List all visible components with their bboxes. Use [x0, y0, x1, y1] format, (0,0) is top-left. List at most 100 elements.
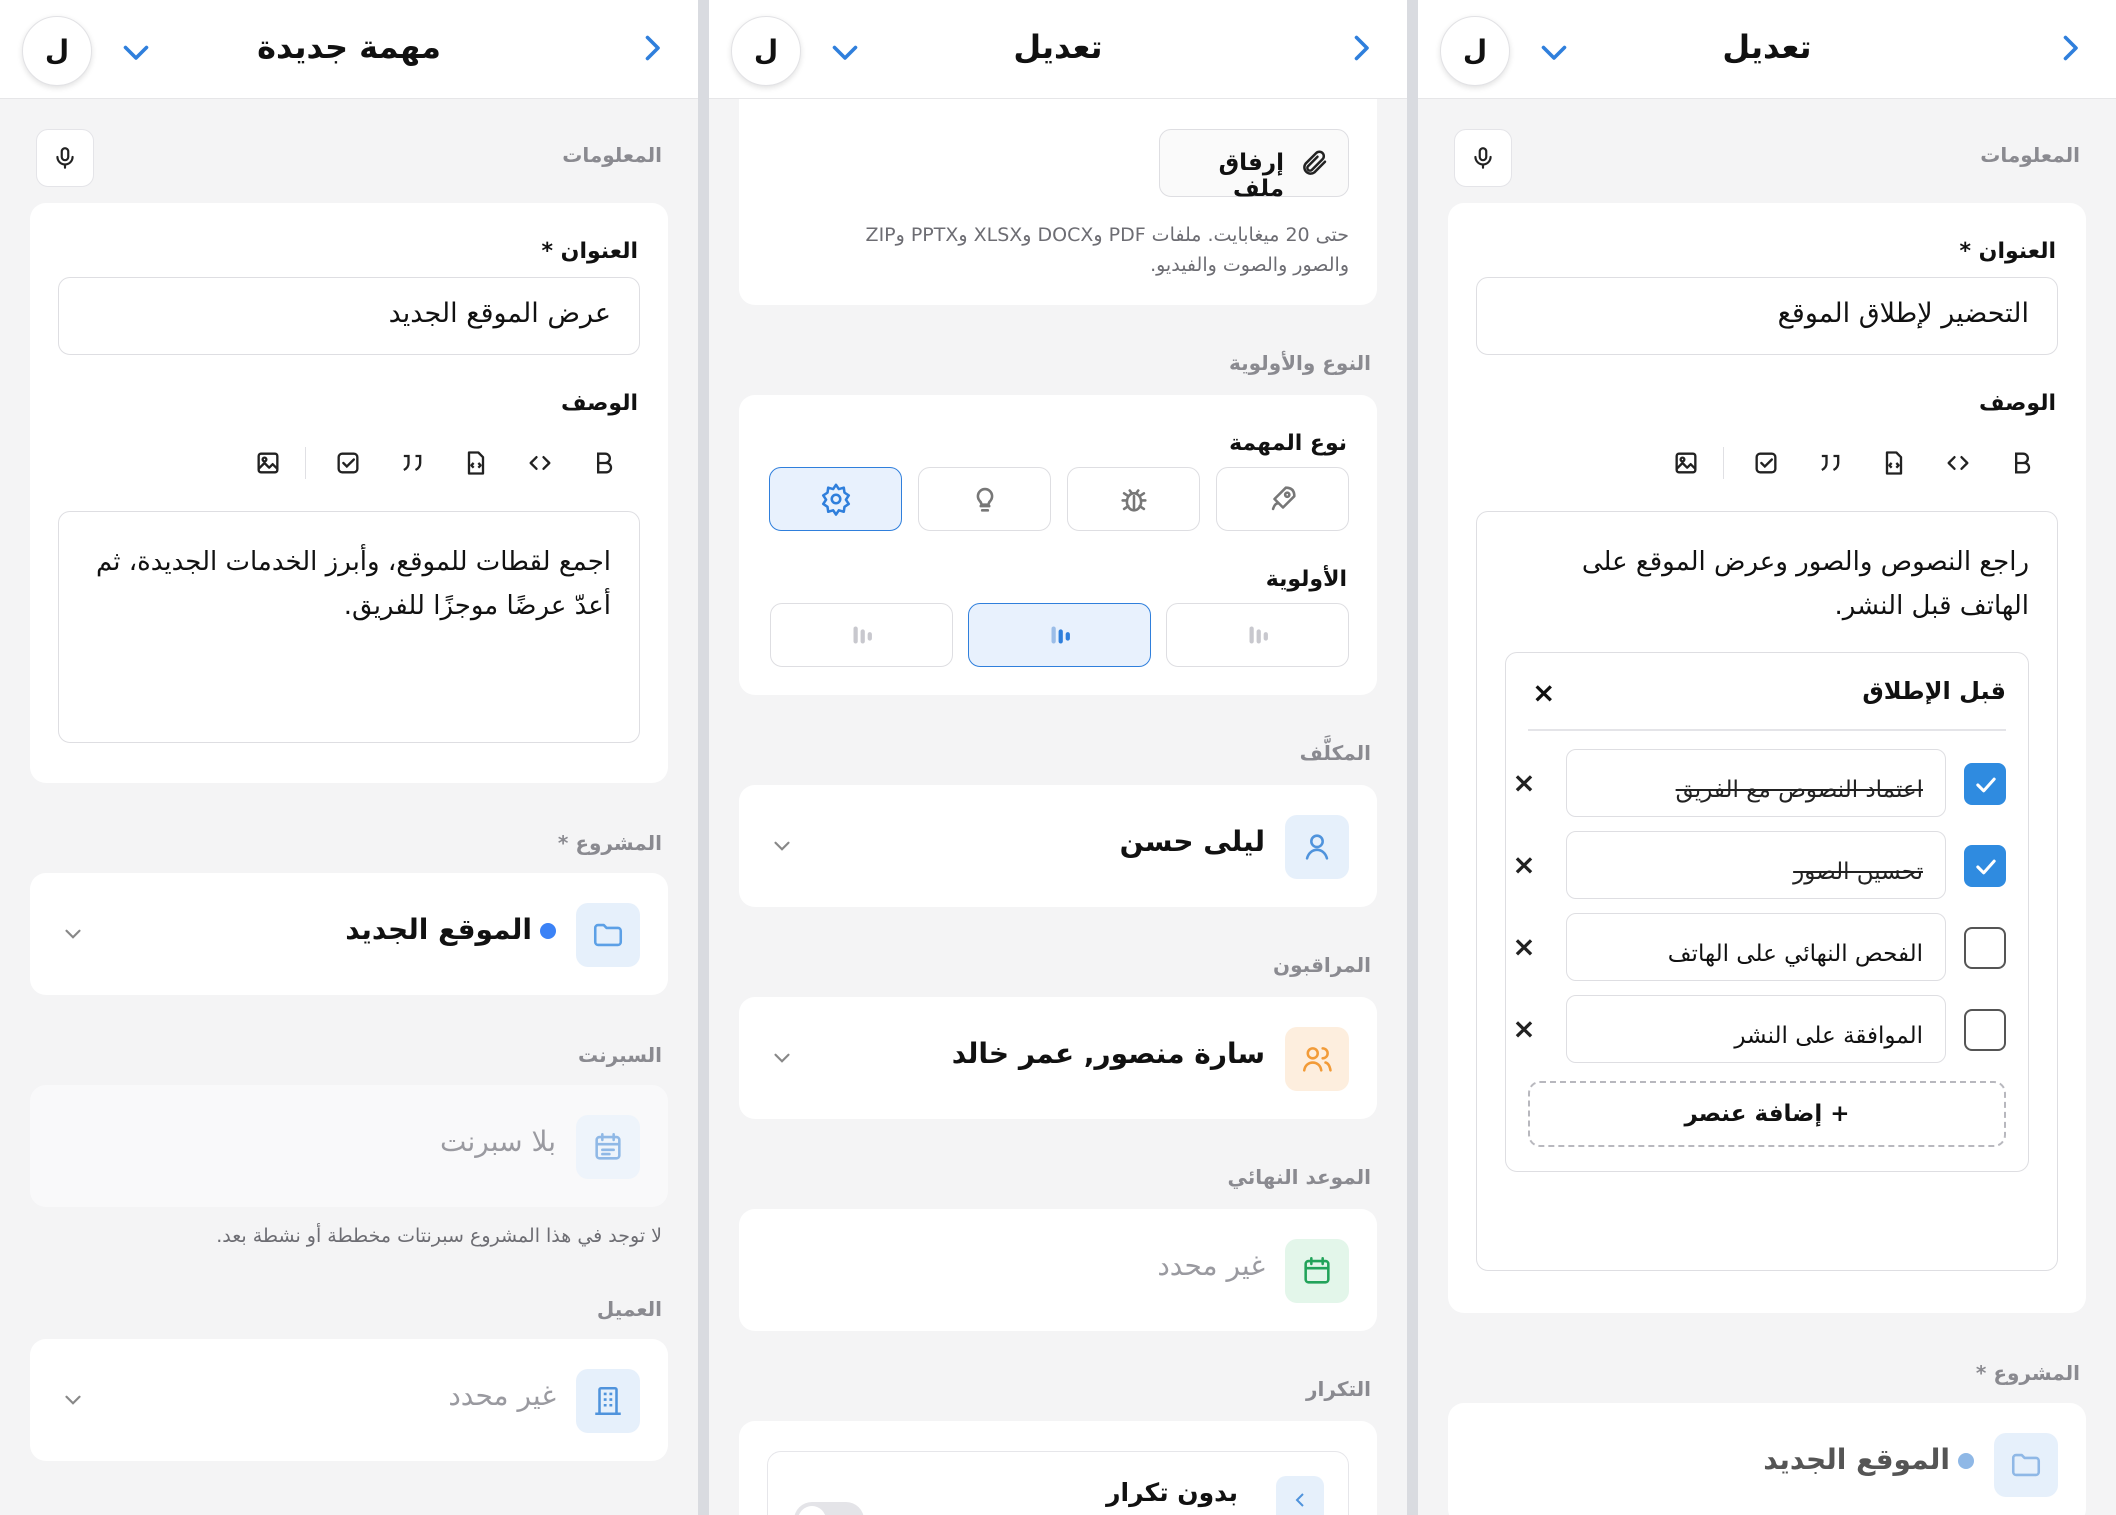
type-bug-chip[interactable]: [1067, 467, 1200, 531]
users-icon: [1302, 1047, 1332, 1072]
avatar[interactable]: ل: [22, 16, 92, 86]
avatar[interactable]: ل: [731, 16, 801, 86]
rocket-icon: [1271, 486, 1296, 511]
sprint-icon-box: [576, 1115, 640, 1179]
code-icon: [1947, 456, 1969, 470]
repeat-row[interactable]: بدون تكرار: [767, 1451, 1349, 1515]
attach-file-button[interactable]: إرفاق ملف: [1159, 129, 1349, 202]
chevron-down-icon[interactable]: [1536, 34, 1572, 70]
checklist-item-input[interactable]: الفحص النهائي على الهاتف: [1566, 913, 1946, 981]
project-select[interactable]: الموقع الجديد: [1448, 1403, 2086, 1515]
lightbulb-icon: [976, 487, 993, 512]
image-icon: [257, 452, 279, 474]
chevron-down-icon: [774, 1053, 790, 1063]
code-button[interactable]: [520, 443, 560, 483]
edit-task-panel-middle: إرفاق ملف حتى 20 ميغابايت. ملفات PDF وDO…: [709, 0, 1407, 1515]
toolbar-divider: [1722, 447, 1724, 479]
assignee-label: المكلَّف: [1299, 741, 1371, 765]
checklist-checkbox-checked[interactable]: [1964, 845, 2006, 887]
remove-item-button[interactable]: ×: [1508, 1013, 1540, 1045]
attach-helper-text: حتى 20 ميغابايت. ملفات PDF وDOCX وXLSX و…: [866, 220, 1349, 280]
project-name: الموقع الجديد: [1763, 1443, 1950, 1476]
microphone-icon: [1474, 147, 1492, 169]
client-select[interactable]: غير محدد: [30, 1339, 668, 1461]
info-card: العنوان * عرض الموقع الجديد الوصف اجمع ل…: [30, 203, 668, 783]
image-icon: [1675, 452, 1697, 474]
watchers-icon-box: [1285, 1027, 1349, 1091]
watchers-label: المراقبون: [1273, 953, 1371, 977]
title-input[interactable]: عرض الموقع الجديد: [58, 277, 640, 355]
voice-input-button[interactable]: [1454, 129, 1512, 187]
chevron-down-icon[interactable]: [118, 34, 154, 70]
voice-input-button[interactable]: [36, 129, 94, 187]
type-task-chip[interactable]: [769, 467, 902, 531]
project-select[interactable]: الموقع الجديد: [30, 873, 668, 995]
due-date-icon-box: [1285, 1239, 1349, 1303]
code-button[interactable]: [1938, 443, 1978, 483]
top-bar: مهمة جديدة ل: [0, 0, 698, 99]
add-item-button[interactable]: + إضافة عنصر: [1528, 1081, 2006, 1147]
title-input[interactable]: التحضير لإطلاق الموقع: [1476, 277, 2058, 355]
file-code-icon: [467, 451, 485, 475]
toggle-knob: [798, 1506, 826, 1515]
description-editor[interactable]: راجع النصوص والصور وعرض الموقع على الهات…: [1476, 511, 2058, 1271]
checklist-block: قبل الإطلاق × اعتماد النصوص مع الفريق × …: [1505, 652, 2029, 1172]
priority-low-chip[interactable]: [1166, 603, 1349, 667]
sprint-value: بلا سبرنت: [439, 1125, 556, 1158]
checklist-checkbox[interactable]: [1964, 1009, 2006, 1051]
priority-high-chip[interactable]: [770, 603, 953, 667]
chevron-down-icon[interactable]: [827, 34, 863, 70]
top-bar: تعديل ل: [1418, 0, 2116, 99]
project-label: المشروع *: [557, 831, 662, 855]
checklist-button[interactable]: [328, 443, 368, 483]
bold-button[interactable]: [584, 443, 624, 483]
checklist-checkbox[interactable]: [1964, 927, 2006, 969]
checklist-item-input[interactable]: تحسين الصور: [1566, 831, 1946, 899]
folder-icon-box: [576, 903, 640, 967]
watchers-select[interactable]: سارة منصور, عمر خالد: [739, 997, 1377, 1119]
watchers-value: سارة منصور, عمر خالد: [951, 1037, 1265, 1070]
checklist-button[interactable]: [1746, 443, 1786, 483]
type-feature-chip[interactable]: [1216, 467, 1349, 531]
title-input-value: التحضير لإطلاق الموقع: [1777, 298, 2029, 329]
remove-checklist-button[interactable]: ×: [1532, 677, 1555, 709]
quote-button[interactable]: [392, 443, 432, 483]
checklist-item-text: الموافقة على النشر: [1734, 1023, 1923, 1049]
task-type-label: نوع المهمة: [1229, 431, 1347, 456]
image-button[interactable]: [248, 443, 288, 483]
code-file-button[interactable]: [1874, 443, 1914, 483]
remove-item-button[interactable]: ×: [1508, 849, 1540, 881]
type-idea-chip[interactable]: [918, 467, 1051, 531]
checklist-item-input[interactable]: الموافقة على النشر: [1566, 995, 1946, 1063]
chevron-left-icon: [1295, 1493, 1304, 1507]
repeat-card: بدون تكرار: [739, 1421, 1377, 1515]
page-title: مهمة جديدة: [257, 28, 441, 66]
due-date-select[interactable]: غير محدد: [739, 1209, 1377, 1331]
remove-item-button[interactable]: ×: [1508, 931, 1540, 963]
check-icon: [1976, 859, 1996, 875]
priority-medium-chip[interactable]: [968, 603, 1151, 667]
avatar[interactable]: ل: [1440, 16, 1510, 86]
checklist-item-text: اعتماد النصوص مع الفريق: [1675, 777, 1923, 803]
client-icon-box: [576, 1369, 640, 1433]
remove-item-button[interactable]: ×: [1508, 767, 1540, 799]
paperclip-icon: [1303, 150, 1327, 175]
bold-button[interactable]: [2002, 443, 2042, 483]
checklist-checkbox-checked[interactable]: [1964, 763, 2006, 805]
checklist-item-text: الفحص النهائي على الهاتف: [1667, 941, 1923, 967]
checklist-item: الفحص النهائي على الهاتف ×: [1512, 913, 2006, 981]
priority-high-icon: [853, 626, 872, 644]
checklist-item-input[interactable]: اعتماد النصوص مع الفريق: [1566, 749, 1946, 817]
user-icon: [1305, 834, 1329, 860]
image-button[interactable]: [1666, 443, 1706, 483]
quote-button[interactable]: [1810, 443, 1850, 483]
assignee-select[interactable]: ليلى حسن: [739, 785, 1377, 907]
repeat-toggle[interactable]: [794, 1502, 864, 1515]
code-file-button[interactable]: [456, 443, 496, 483]
description-editor[interactable]: اجمع لقطات للموقع، وأبرز الخدمات الجديدة…: [58, 511, 640, 743]
priority-label: الأولوية: [1265, 567, 1347, 592]
folder-icon: [593, 923, 623, 947]
type-priority-label: النوع والأولوية: [1229, 351, 1371, 375]
info-card: العنوان * التحضير لإطلاق الموقع الوصف را…: [1448, 203, 2086, 1313]
chevron-down-icon: [65, 929, 81, 939]
